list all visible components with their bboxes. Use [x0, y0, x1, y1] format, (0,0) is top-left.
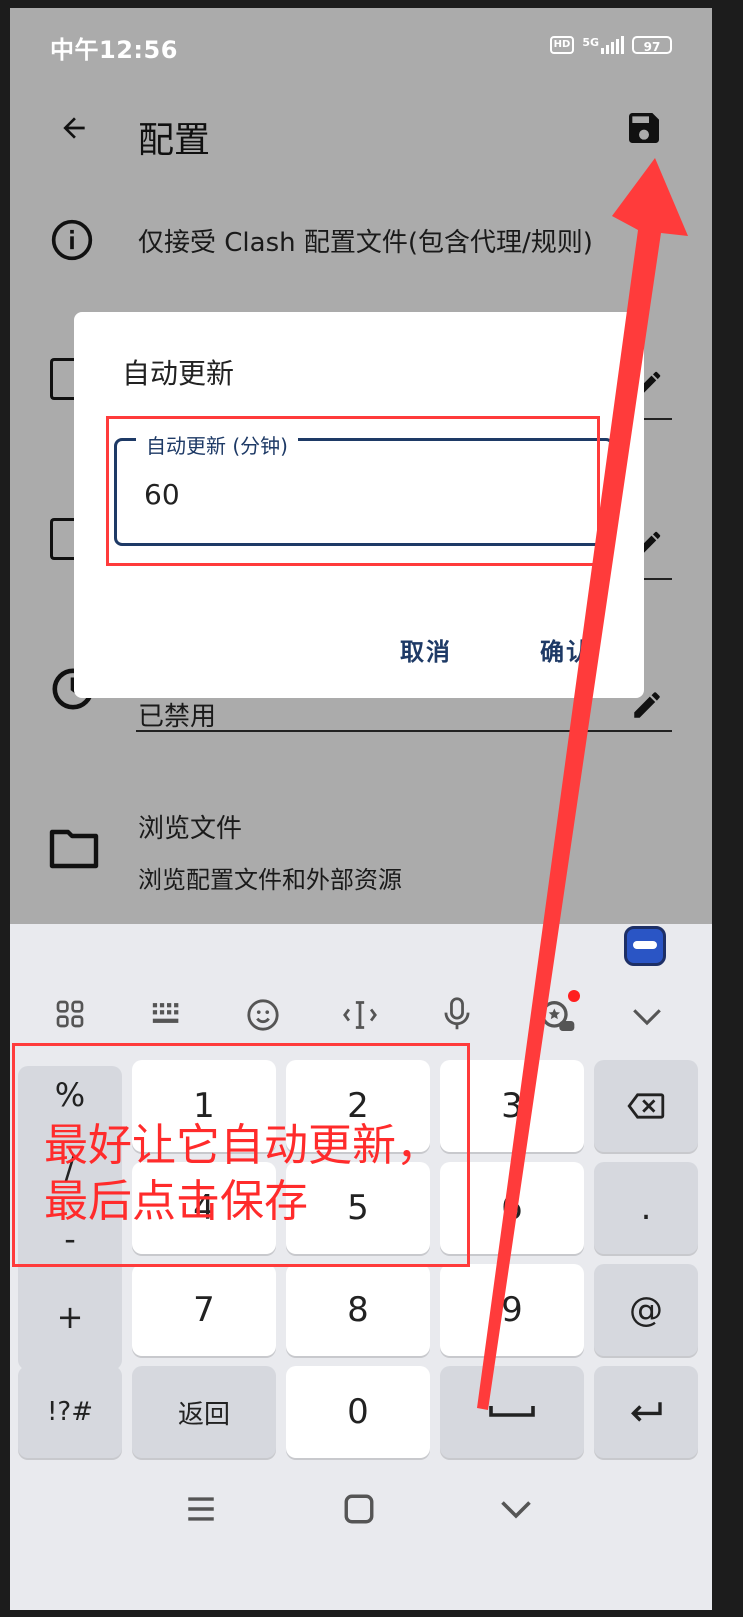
phone-screen: 中午12:56 HD 5G 97 配置 仅接受 Clash 配置文件(包含代理/… [10, 8, 712, 1610]
annotation-arrow [477, 158, 688, 1410]
